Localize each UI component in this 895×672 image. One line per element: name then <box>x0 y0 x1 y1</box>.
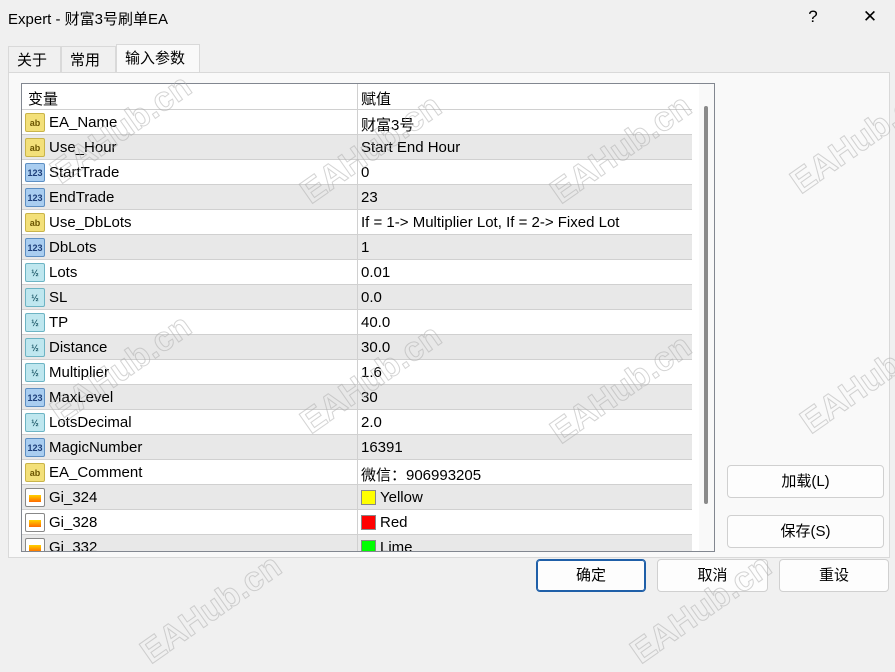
param-name: EA_Comment <box>49 464 143 481</box>
param-name: Use_DbLots <box>49 214 132 231</box>
param-name: Distance <box>49 339 108 356</box>
column-divider[interactable] <box>357 84 358 551</box>
param-name: DbLots <box>49 239 97 256</box>
integer-type-icon: 123 <box>25 188 45 207</box>
param-value[interactable]: 1.6 <box>361 364 382 381</box>
param-value[interactable]: 0.0 <box>361 289 382 306</box>
param-name: Gi_324 <box>49 489 98 506</box>
param-name: MaxLevel <box>49 389 114 406</box>
param-value[interactable]: Lime <box>361 539 413 552</box>
param-name: MagicNumber <box>49 439 143 456</box>
param-value[interactable]: 16391 <box>361 439 403 456</box>
color-type-icon <box>25 538 45 551</box>
color-swatch <box>361 515 376 530</box>
parameters-table: 变量 赋值 ab EA_Name 财富3号 ab Use_Hour Start E… <box>21 83 715 552</box>
param-value-text: 2.0 <box>361 414 382 431</box>
double-type-icon: ½ <box>25 363 45 382</box>
reset-button[interactable]: 重设 <box>779 559 889 592</box>
double-type-icon: ½ <box>25 263 45 282</box>
vertical-scrollbar[interactable] <box>699 84 714 551</box>
load-button[interactable]: 加载(L) <box>727 465 884 498</box>
param-name: Multiplier <box>49 364 110 381</box>
param-value-text: 40.0 <box>361 314 391 331</box>
color-type-icon <box>25 488 45 507</box>
close-button[interactable]: ✕ <box>850 4 890 30</box>
param-name: Use_Hour <box>49 139 117 156</box>
param-value[interactable]: 23 <box>361 189 378 206</box>
param-value[interactable]: If = 1-> Multiplier Lot, If = 2-> Fixed … <box>361 214 619 231</box>
integer-type-icon: 123 <box>25 438 45 457</box>
color-swatch <box>361 490 376 505</box>
string-type-icon: ab <box>25 113 45 132</box>
param-name: Gi_328 <box>49 514 98 531</box>
param-value-text: Red <box>380 514 408 531</box>
window-title: Expert - 财富3号刷单EA <box>8 11 169 28</box>
tab-about[interactable]: 关于 <box>8 46 61 73</box>
string-type-icon: ab <box>25 213 45 232</box>
param-value-text: Start End Hour <box>361 139 461 156</box>
color-swatch <box>361 540 376 551</box>
integer-type-icon: 123 <box>25 388 45 407</box>
param-value[interactable]: Yellow <box>361 489 423 506</box>
param-value-text: Yellow <box>380 489 423 506</box>
param-value-text: 16391 <box>361 439 403 456</box>
param-value[interactable]: 30.0 <box>361 339 390 356</box>
param-value-text: 30 <box>361 389 378 406</box>
param-name: EndTrade <box>49 189 115 206</box>
param-value-text: 23 <box>361 189 378 206</box>
header-variable: 变量 <box>28 91 59 108</box>
param-value-text: 0.0 <box>361 289 382 306</box>
title-bar: Expert - 财富3号刷单EA ? ✕ <box>0 0 895 34</box>
param-value-text: 微信：906993205 <box>361 467 482 484</box>
save-button[interactable]: 保存(S) <box>727 515 884 548</box>
param-name: EA_Name <box>49 114 118 131</box>
double-type-icon: ½ <box>25 313 45 332</box>
param-name: Lots <box>49 264 78 281</box>
param-value-text: 30.0 <box>361 339 391 356</box>
param-name: TP <box>49 314 69 331</box>
ok-button[interactable]: 确定 <box>536 559 646 592</box>
param-value[interactable]: 微信：906993205 <box>361 464 481 485</box>
param-value[interactable]: Red <box>361 514 408 531</box>
param-value-text: 财富3号 <box>361 117 415 134</box>
param-value[interactable]: 2.0 <box>361 414 382 431</box>
double-type-icon: ½ <box>25 288 45 307</box>
watermark: EAHub.cn <box>133 546 289 672</box>
tab-common[interactable]: 常用 <box>61 46 116 73</box>
double-type-icon: ½ <box>25 413 45 432</box>
param-value-text: 1.6 <box>361 364 382 381</box>
param-value[interactable]: 0 <box>361 164 369 181</box>
string-type-icon: ab <box>25 138 45 157</box>
param-value[interactable]: 1 <box>361 239 369 256</box>
double-type-icon: ½ <box>25 338 45 357</box>
param-name: StartTrade <box>49 164 120 181</box>
param-value[interactable]: 40.0 <box>361 314 390 331</box>
param-value[interactable]: 30 <box>361 389 378 406</box>
scrollbar-thumb[interactable] <box>704 106 708 504</box>
param-name: SL <box>49 289 68 306</box>
param-value-text: 1 <box>361 239 370 256</box>
param-value[interactable]: 0.01 <box>361 264 390 281</box>
help-button[interactable]: ? <box>793 4 833 30</box>
tab-inputs[interactable]: 输入参数 <box>116 44 200 73</box>
param-value-text: 0.01 <box>361 264 391 281</box>
integer-type-icon: 123 <box>25 238 45 257</box>
param-value[interactable]: 财富3号 <box>361 114 414 135</box>
param-name: LotsDecimal <box>49 414 132 431</box>
param-value[interactable]: Start End Hour <box>361 139 460 156</box>
header-value: 赋值 <box>361 91 392 108</box>
param-value-text: Lime <box>380 539 413 552</box>
param-value-text: 0 <box>361 164 370 181</box>
cancel-button[interactable]: 取消 <box>657 559 768 592</box>
integer-type-icon: 123 <box>25 163 45 182</box>
string-type-icon: ab <box>25 463 45 482</box>
param-value-text: If = 1-> Multiplier Lot, If = 2-> Fixed … <box>361 214 620 231</box>
color-type-icon <box>25 513 45 532</box>
param-name: Gi_332 <box>49 539 98 552</box>
